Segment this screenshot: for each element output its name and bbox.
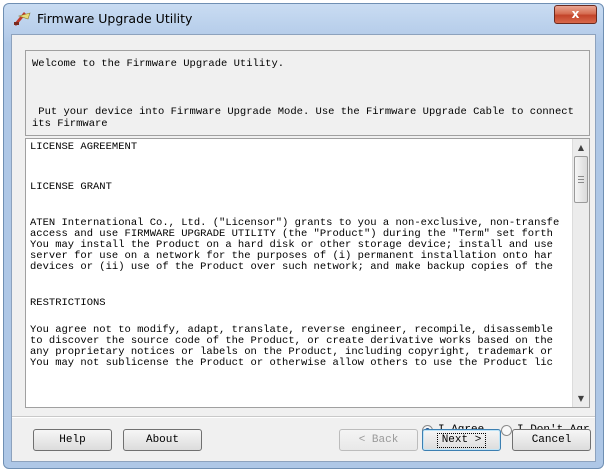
help-button[interactable]: Help xyxy=(33,429,112,451)
firmware-upgrade-app-icon xyxy=(14,12,31,26)
next-button[interactable]: Next > xyxy=(422,429,501,451)
license-text: LICENSE AGREEMENT LICENSE GRANT ATEN Int… xyxy=(30,139,572,407)
thumb-grip-line xyxy=(578,182,584,183)
button-row-divider xyxy=(12,416,595,418)
window-title: Firmware Upgrade Utility xyxy=(37,11,193,26)
license-grant-heading: LICENSE GRANT xyxy=(30,181,112,193)
firmware-upgrade-window: Firmware Upgrade Utility x Welcome to th… xyxy=(3,3,604,469)
back-button[interactable]: < Back xyxy=(339,429,418,451)
license-scrollbar[interactable]: ▲ ▼ xyxy=(572,139,589,407)
dialog-client-area: Welcome to the Firmware Upgrade Utility.… xyxy=(11,34,596,462)
close-icon: x xyxy=(571,7,580,21)
restrictions-heading: RESTRICTIONS xyxy=(30,297,106,309)
welcome-line: Welcome to the Firmware Upgrade Utility. xyxy=(32,58,285,70)
i-dont-agree-radio[interactable] xyxy=(501,425,512,436)
instruction-line: Put your device into Firmware Upgrade Mo… xyxy=(32,106,574,118)
cancel-button[interactable]: Cancel xyxy=(512,429,591,451)
license-grant-line: devices or (ii) use of the Product over … xyxy=(30,261,553,273)
next-button-label: Next > xyxy=(436,433,487,448)
restrictions-line: You may not sublicense the Product or ot… xyxy=(30,357,553,369)
about-button[interactable]: About xyxy=(123,429,202,451)
thumb-grip-line xyxy=(578,176,584,177)
scroll-thumb[interactable] xyxy=(574,156,588,203)
scroll-up-arrow-icon[interactable]: ▲ xyxy=(573,139,589,156)
license-text-area[interactable]: LICENSE AGREEMENT LICENSE GRANT ATEN Int… xyxy=(25,138,590,408)
instruction-line-continued: its Firmware xyxy=(32,118,108,130)
welcome-message-box: Welcome to the Firmware Upgrade Utility.… xyxy=(25,50,590,136)
thumb-grip-line xyxy=(578,179,584,180)
license-agreement-heading: LICENSE AGREEMENT xyxy=(30,141,138,153)
close-button[interactable]: x xyxy=(554,5,597,24)
title-bar[interactable]: Firmware Upgrade Utility x xyxy=(4,4,603,34)
scroll-down-arrow-icon[interactable]: ▼ xyxy=(573,390,589,407)
